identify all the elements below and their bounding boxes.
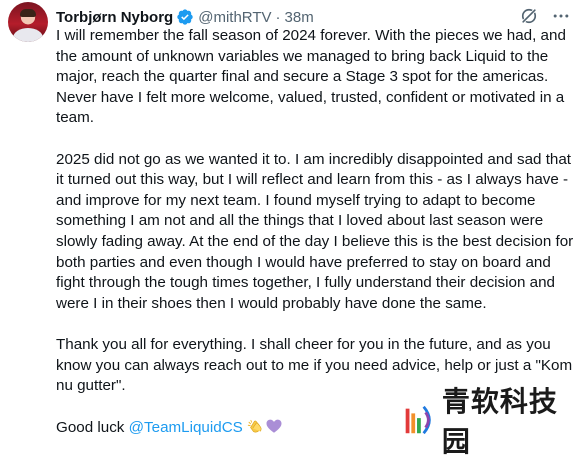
watermark-text: 青软科技园 bbox=[441, 385, 558, 458]
mention-teamliquidcs[interactable]: @TeamLiquidCS bbox=[129, 419, 243, 436]
tweet-header: Torbjørn Nyborg @mithRTV · 38m bbox=[56, 6, 314, 28]
watermark-logo-icon bbox=[405, 405, 431, 435]
handle[interactable]: @mithRTV bbox=[198, 9, 271, 26]
watermark: 青软科技园 bbox=[400, 385, 579, 458]
avatar-shirt bbox=[13, 28, 43, 42]
purple-heart-emoji-icon bbox=[266, 419, 282, 434]
closing-text: Good luck bbox=[56, 419, 129, 437]
tweet[interactable]: Torbjørn Nyborg @mithRTV · 38m I will re… bbox=[0, 0, 579, 458]
verified-badge-icon bbox=[177, 9, 193, 25]
tweet-paragraph-2: 2025 did not go as we wanted it to. I am… bbox=[56, 150, 574, 312]
grok-icon[interactable] bbox=[519, 6, 539, 26]
tweet-actions bbox=[519, 6, 571, 26]
avatar-hair bbox=[20, 9, 36, 17]
more-icon[interactable] bbox=[551, 6, 571, 26]
display-name[interactable]: Torbjørn Nyborg bbox=[56, 9, 173, 26]
tweet-paragraph-1: I will remember the fall season of 2024 … bbox=[56, 27, 566, 127]
clapping-hands-emoji-icon bbox=[247, 420, 262, 433]
timestamp[interactable]: 38m bbox=[285, 9, 314, 26]
separator-dot: · bbox=[275, 8, 281, 26]
avatar[interactable] bbox=[8, 2, 48, 42]
